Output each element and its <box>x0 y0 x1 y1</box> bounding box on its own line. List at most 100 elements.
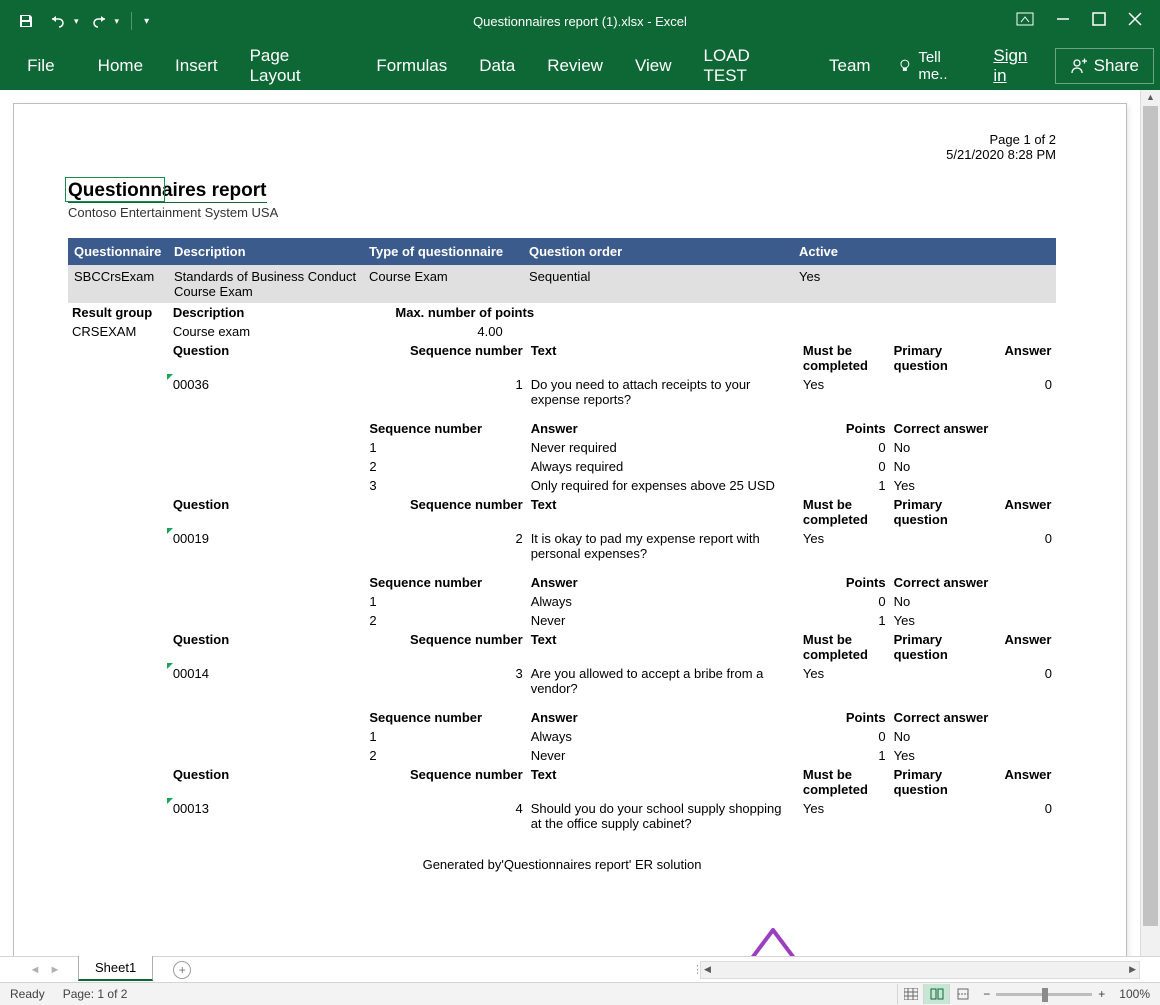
sheet-tab-sheet1[interactable]: Sheet1 <box>78 956 153 981</box>
ribbon-options-icon <box>1016 12 1034 26</box>
tab-view[interactable]: View <box>619 42 688 90</box>
document-title: Questionnaires report (1).xlsx - Excel <box>473 14 687 29</box>
q1a3-ans: Only required for expenses above 25 USD <box>527 476 799 495</box>
page-number: Page 1 of 2 <box>68 132 1056 147</box>
zoom-slider[interactable] <box>996 993 1092 996</box>
status-bar: Ready Page: 1 of 2 − + 100% <box>0 982 1160 1005</box>
cell-type: Course Exam <box>369 269 529 299</box>
add-sheet-button[interactable]: + <box>173 961 191 979</box>
tab-load-test[interactable]: LOAD TEST <box>687 42 813 90</box>
tab-insert[interactable]: Insert <box>159 42 234 90</box>
scroll-up-icon[interactable]: ▲ <box>1146 92 1155 102</box>
q1a2-sn: 2 <box>365 457 526 476</box>
col-order: Question order <box>529 244 799 259</box>
maximize-button[interactable] <box>1092 12 1106 31</box>
val-grp-desc: Course exam <box>169 322 366 341</box>
annotation-arrow-icon <box>750 928 796 956</box>
report-table: Result group Description Max. number of … <box>68 303 1056 833</box>
table-row: SBCCrsExam Standards of Business Conduct… <box>68 265 1056 303</box>
page-layout-icon <box>930 988 944 1000</box>
grid-icon <box>904 988 918 1000</box>
q1a1-ca: No <box>890 438 1001 457</box>
zoom-level[interactable]: 100% <box>1119 987 1150 1001</box>
val-result-group: CRSEXAM <box>68 322 169 341</box>
bulb-icon <box>897 58 913 74</box>
lbl-ans2: Answer <box>527 419 799 438</box>
q3-id: 00014 <box>169 664 366 698</box>
zoom-handle[interactable] <box>1042 988 1048 1002</box>
tab-home[interactable]: Home <box>82 42 159 90</box>
view-page-layout-button[interactable] <box>923 984 949 1004</box>
report-title: Questionnaires report <box>68 180 267 203</box>
redo-icon <box>90 13 108 29</box>
quick-access-toolbar: ▾ ▾ ▾ <box>0 9 149 33</box>
close-icon <box>1128 12 1142 26</box>
lbl-answer: Answer <box>1001 341 1056 375</box>
view-page-break-button[interactable] <box>949 984 975 1004</box>
tab-data[interactable]: Data <box>463 42 531 90</box>
q1a1-sn: 1 <box>365 438 526 457</box>
q1a2-pts: 0 <box>799 457 890 476</box>
document-area: Page 1 of 2 5/21/2020 8:28 PM Questionna… <box>0 90 1160 956</box>
col-description: Description <box>174 244 369 259</box>
cell-order: Sequential <box>529 269 799 299</box>
lbl-max-points: Max. number of points <box>365 303 799 322</box>
q1-mc: Yes <box>799 375 890 409</box>
qat-customize-icon[interactable]: ▾ <box>144 16 149 27</box>
tab-review[interactable]: Review <box>531 42 619 90</box>
q1a3-pts: 1 <box>799 476 890 495</box>
q1a3-sn: 3 <box>365 476 526 495</box>
sheet-prev-button[interactable]: ◄ <box>26 961 44 979</box>
lbl-text: Text <box>527 341 799 375</box>
sign-in-button[interactable]: Sign in <box>983 46 1054 86</box>
minimize-button[interactable] <box>1056 12 1070 31</box>
zoom-in-button[interactable]: + <box>1098 987 1105 1001</box>
tab-file[interactable]: File <box>0 42 82 90</box>
horizontal-scrollbar[interactable]: ◀ ▶ <box>700 961 1140 979</box>
ribbon-display-options[interactable] <box>1016 12 1034 31</box>
maximize-icon <box>1092 12 1106 26</box>
share-icon <box>1070 57 1088 75</box>
view-normal-button[interactable] <box>897 984 923 1004</box>
print-page: Page 1 of 2 5/21/2020 8:28 PM Questionna… <box>14 104 1126 956</box>
q1-sn: 1 <box>365 375 526 409</box>
close-button[interactable] <box>1128 12 1142 31</box>
scrollbar-thumb[interactable] <box>1143 106 1158 926</box>
sheet-next-button[interactable]: ► <box>46 961 64 979</box>
val-max-points: 4.00 <box>365 322 799 341</box>
tell-me-label: Tell me.. <box>918 49 973 83</box>
footer-text: Generated by'Questionnaires report' ER s… <box>68 857 1056 872</box>
redo-button[interactable] <box>87 9 111 33</box>
report-subtitle: Contoso Entertainment System USA <box>68 205 1056 220</box>
tab-formulas[interactable]: Formulas <box>360 42 463 90</box>
page-break-icon <box>956 988 970 1000</box>
undo-button[interactable] <box>46 9 70 33</box>
lbl-seq2: Sequence number <box>365 419 526 438</box>
zoom-out-button[interactable]: − <box>983 987 990 1001</box>
page-timestamp: 5/21/2020 8:28 PM <box>68 147 1056 162</box>
cell-id: SBCCrsExam <box>74 269 174 299</box>
vertical-scrollbar[interactable]: ▲ <box>1140 90 1160 956</box>
share-button[interactable]: Share <box>1055 48 1154 84</box>
cell-active: Yes <box>799 269 889 299</box>
ribbon-tabs: File Home Insert Page Layout Formulas Da… <box>0 42 1160 90</box>
undo-icon <box>49 13 67 29</box>
tab-page-layout[interactable]: Page Layout <box>234 42 361 90</box>
lbl-question: Question <box>169 341 366 375</box>
scroll-right-icon[interactable]: ▶ <box>1129 964 1136 975</box>
tell-me-input[interactable]: Tell me.. <box>887 49 984 83</box>
save-icon <box>18 13 34 29</box>
lbl-pq: Primary question <box>890 341 1001 375</box>
redo-dropdown-icon[interactable]: ▾ <box>115 16 120 27</box>
save-button[interactable] <box>14 9 38 33</box>
col-type: Type of questionnaire <box>369 244 529 259</box>
cell-selection[interactable] <box>65 177 165 202</box>
minimize-icon <box>1056 12 1070 26</box>
lbl-result-group: Result group <box>68 303 169 322</box>
sheet-tab-bar: ◄ ► Sheet1 + ⋮ ◀ ▶ <box>0 956 1160 982</box>
undo-dropdown-icon[interactable]: ▾ <box>74 16 79 27</box>
tab-team[interactable]: Team <box>813 42 887 90</box>
q1a2-ca: No <box>890 457 1001 476</box>
scroll-left-icon[interactable]: ◀ <box>704 964 711 975</box>
q1a2-ans: Always required <box>527 457 799 476</box>
